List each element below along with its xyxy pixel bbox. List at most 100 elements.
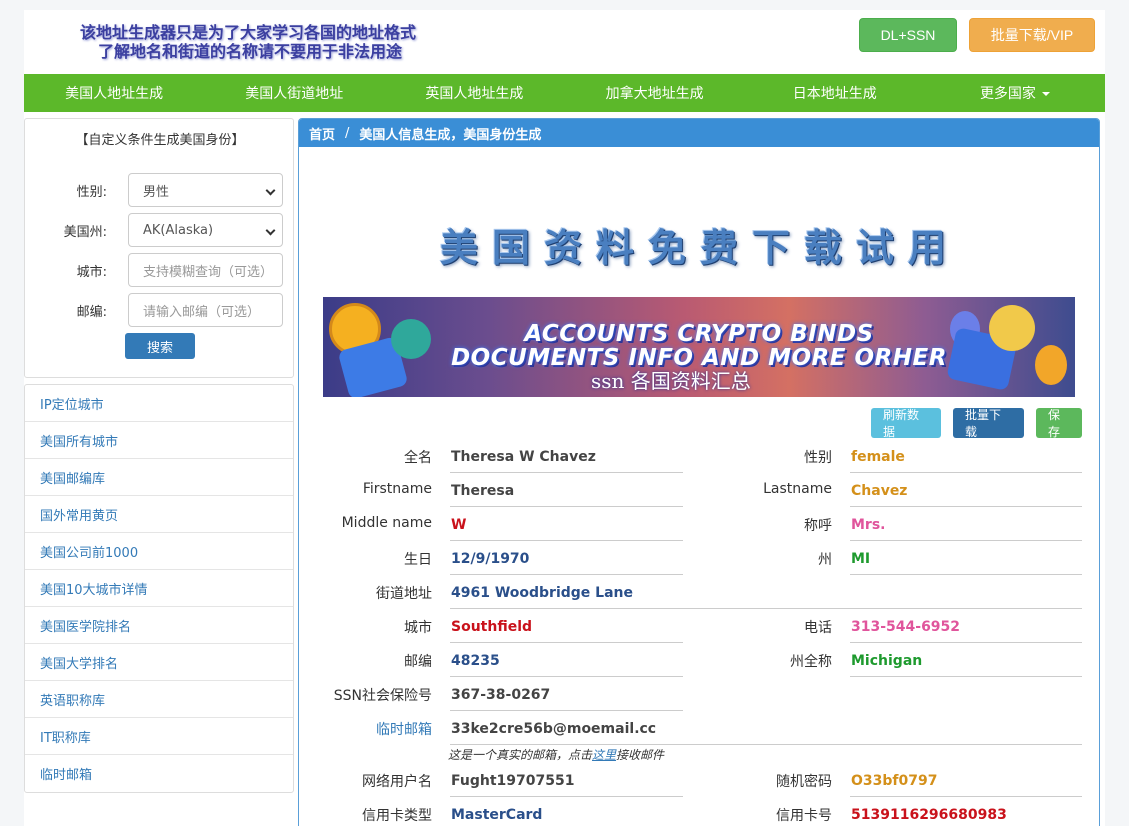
email-receive-link[interactable]: 这里	[592, 748, 616, 762]
firstname-value: Theresa	[450, 483, 683, 507]
zip-info-label: 邮编	[404, 654, 432, 670]
temp-email-label[interactable]: 临时邮箱	[299, 719, 432, 739]
batch-download-button[interactable]: 批量下载	[953, 408, 1024, 439]
main-panel: 首页 / 美国人信息生成，美国身份生成 美国资料免费下载试用 ACCOUNTS …	[298, 118, 1100, 826]
fullname-label: 全名	[404, 450, 432, 466]
fullname-value: Theresa W Chavez	[450, 449, 683, 473]
custom-search-panel: 【自定义条件生成美国身份】 性别: 男性 美国州: AK(Alaska) 城市:…	[24, 118, 294, 378]
breadcrumb-home[interactable]: 首页	[309, 124, 335, 143]
title-value: Mrs.	[850, 517, 1082, 541]
save-button[interactable]: 保存	[1036, 408, 1082, 439]
sidebar-link-ip-city[interactable]: IP定位城市	[25, 385, 293, 422]
main-navbar: 美国人地址生成 美国人街道地址 英国人地址生成 加拿大地址生成 日本地址生成 更…	[24, 74, 1105, 112]
search-panel-title: 【自定义条件生成美国身份】	[75, 133, 245, 148]
chevron-down-icon	[265, 185, 276, 196]
email-note: 这是一个真实的邮箱，点击这里接收邮件	[448, 746, 664, 763]
info-row: 生日 12/9/1970 州 MI	[299, 549, 1099, 583]
state-select[interactable]: AK(Alaska)	[128, 213, 283, 247]
nav-canada-address[interactable]: 加拿大地址生成	[565, 83, 745, 103]
password-value: O33bf0797	[850, 773, 1082, 797]
gender-select[interactable]: 男性	[128, 173, 283, 207]
street-value: 4961 Woodbridge Lane	[450, 585, 1082, 609]
sidebar-link-us-cities[interactable]: 美国所有城市	[25, 422, 293, 459]
gender-info-value: female	[850, 449, 1082, 473]
middlename-label: Middle name	[341, 515, 432, 531]
email-note-post: 接收邮件	[616, 748, 665, 762]
statefull-label: 州全称	[790, 654, 832, 670]
nav-us-street[interactable]: 美国人街道地址	[204, 83, 384, 103]
sidebar-link-top1000[interactable]: 美国公司前1000	[25, 533, 293, 570]
info-row: Firstname Theresa Lastname Chavez	[299, 481, 1099, 515]
state-select-value: AK(Alaska)	[143, 222, 214, 238]
sidebar-link-medical-schools[interactable]: 美国医学院排名	[25, 607, 293, 644]
cardnum-value: 5139116296680983	[850, 807, 1082, 826]
gender-label: 性别:	[76, 185, 107, 200]
city-info-value: Southfield	[450, 619, 683, 643]
batch-download-vip-button[interactable]: 批量下载/VIP	[969, 18, 1095, 52]
sidebar-link-it-titles[interactable]: IT职称库	[25, 718, 293, 755]
state-info-value: MI	[850, 551, 1082, 575]
info-row: 网络用户名 Fught19707551 随机密码 O33bf0797	[299, 771, 1099, 805]
zip-info-value: 48235	[450, 653, 683, 677]
banner-line-1: ACCOUNTS CRYPTO BINDS	[524, 321, 874, 347]
city-label: 城市:	[76, 265, 107, 280]
gender-select-value: 男性	[143, 184, 170, 200]
phone-label: 电话	[804, 620, 832, 636]
info-row: Middle name W 称呼 Mrs.	[299, 515, 1099, 549]
action-buttons: 刷新数据 批量下载 保存	[871, 408, 1082, 439]
sidebar: 【自定义条件生成美国身份】 性别: 男性 美国州: AK(Alaska) 城市:…	[24, 118, 294, 793]
ssn-value: 367-38-0267	[450, 687, 683, 711]
cardtype-label: 信用卡类型	[362, 808, 432, 824]
breadcrumb-separator: /	[345, 125, 350, 141]
nav-uk-address[interactable]: 英国人地址生成	[384, 83, 564, 103]
state-label: 美国州:	[63, 225, 107, 240]
zip-input[interactable]: 请输入邮编（可选）	[128, 293, 283, 327]
caret-down-icon	[1041, 92, 1050, 97]
city-input[interactable]: 支持模糊查询（可选）	[128, 253, 283, 287]
state-info-label: 州	[818, 552, 832, 568]
sidebar-link-us-zip[interactable]: 美国邮编库	[25, 459, 293, 496]
sidebar-link-temp-email[interactable]: 临时邮箱	[25, 755, 293, 792]
lastname-label: Lastname	[763, 481, 832, 497]
info-row: 信用卡类型 MasterCard 信用卡号 5139116296680983	[299, 805, 1099, 826]
sidebar-links: IP定位城市 美国所有城市 美国邮编库 国外常用黄页 美国公司前1000 美国1…	[24, 384, 294, 793]
username-value: Fught19707551	[450, 773, 683, 797]
temp-email-value: 33ke2cre56b@moemail.cc	[450, 721, 1082, 745]
street-label: 街道地址	[376, 586, 432, 602]
info-row: 街道地址 4961 Woodbridge Lane	[299, 583, 1099, 617]
email-note-pre: 这是一个真实的邮箱，点击	[448, 748, 593, 762]
firstname-label: Firstname	[362, 481, 432, 497]
middlename-value: W	[450, 517, 683, 541]
birthday-label: 生日	[404, 552, 432, 568]
nav-japan-address[interactable]: 日本地址生成	[745, 83, 925, 103]
info-row: 城市 Southfield 电话 313-544-6952	[299, 617, 1099, 651]
sidebar-link-universities[interactable]: 美国大学排名	[25, 644, 293, 681]
nav-more-countries[interactable]: 更多国家	[925, 83, 1105, 103]
ssn-label: SSN社会保险号	[333, 688, 432, 704]
info-row: SSN社会保险号 367-38-0267	[299, 685, 1099, 719]
gender-row: 性别: 男性	[25, 173, 295, 207]
notice-line-2: 了解地名和街道的名称请不要用于非法用途	[98, 42, 403, 61]
password-label: 随机密码	[776, 774, 832, 790]
city-row: 城市: 支持模糊查询（可选）	[25, 253, 295, 287]
statefull-value: Michigan	[850, 653, 1082, 677]
banner-line-3: ssn 各国资料汇总	[591, 369, 751, 393]
search-button[interactable]: 搜索	[125, 333, 195, 359]
gender-info-label: 性别	[804, 450, 832, 466]
page: 该地址生成器只是为了大家学习各国的地址格式 了解地名和街道的名称请不要用于非法用…	[24, 10, 1105, 826]
cardtype-value: MasterCard	[450, 807, 683, 826]
sidebar-link-top10-cities[interactable]: 美国10大城市详情	[25, 570, 293, 607]
lastname-value: Chavez	[850, 483, 1082, 507]
nav-us-address[interactable]: 美国人地址生成	[24, 83, 204, 103]
zip-row: 邮编: 请输入邮编（可选）	[25, 293, 295, 327]
sidebar-link-english-titles[interactable]: 英语职称库	[25, 681, 293, 718]
notice-line-1: 该地址生成器只是为了大家学习各国的地址格式	[80, 23, 417, 42]
sidebar-link-yellow-pages[interactable]: 国外常用黄页	[25, 496, 293, 533]
dl-ssn-button[interactable]: DL+SSN	[859, 18, 957, 52]
promo-banner[interactable]: ACCOUNTS CRYPTO BINDS DOCUMENTS INFO AND…	[323, 297, 1075, 397]
refresh-button[interactable]: 刷新数据	[871, 408, 941, 439]
state-row: 美国州: AK(Alaska)	[25, 213, 295, 247]
page-title: 美国资料免费下载试用	[439, 225, 960, 270]
birthday-value: 12/9/1970	[450, 551, 683, 575]
disclaimer-notice: 该地址生成器只是为了大家学习各国的地址格式 了解地名和街道的名称请不要用于非法用…	[80, 23, 460, 61]
